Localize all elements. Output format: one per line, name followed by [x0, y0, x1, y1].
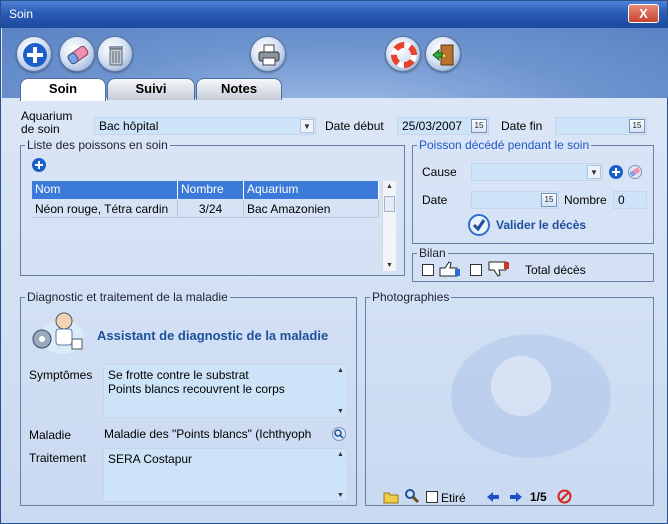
thumbs-down-icon — [488, 261, 509, 277]
traitement-field[interactable]: SERA Costapur — [103, 448, 348, 502]
tab-soin[interactable]: Soin — [20, 78, 106, 101]
maladie-value: Maladie des "Points blancs" (Ichthyoph — [104, 427, 312, 441]
toolbar: Soin Suivi Notes — [2, 28, 668, 101]
death-date-value: / / — [489, 207, 509, 208]
date-debut-label: Date début — [325, 119, 384, 133]
title-bar: Soin X — [1, 1, 667, 28]
aquarium-select[interactable]: Bac hôpital ▼ — [94, 117, 316, 135]
lifebuoy-icon — [391, 42, 417, 68]
date-fin-label: Date fin — [501, 119, 543, 133]
window-title: Soin — [9, 7, 34, 21]
cause-select[interactable]: ▼ — [471, 163, 603, 181]
arrow-right-icon[interactable] — [509, 491, 523, 503]
scroll-down-icon[interactable]: ▼ — [337, 492, 344, 499]
fish-watermark-icon — [451, 334, 611, 458]
add-button[interactable] — [16, 36, 52, 72]
thumbs-down-checkbox[interactable] — [470, 264, 482, 276]
symptomes-label: Symptômes — [29, 368, 93, 382]
tab-notes[interactable]: Notes — [196, 78, 282, 100]
trash-icon — [109, 46, 123, 66]
thumbs-up-icon — [439, 261, 460, 277]
plus-icon — [35, 161, 43, 169]
checkmark-icon — [468, 214, 490, 236]
etire-label: Etiré — [441, 491, 466, 505]
date-fin-field[interactable]: / / 15 — [555, 117, 647, 135]
scroll-down-icon[interactable]: ▼ — [337, 408, 344, 415]
chevron-down-icon[interactable]: ▼ — [300, 119, 314, 133]
cell-nom: Néon rouge, Tétra cardin — [32, 200, 178, 218]
doctor-icon — [32, 312, 84, 354]
scroll-up-icon[interactable]: ▲ — [337, 367, 344, 374]
table-row[interactable]: Néon rouge, Tétra cardin 3/24 Bac Amazon… — [32, 200, 379, 218]
validate-death-label: Valider le décès — [496, 218, 587, 232]
magnifier-icon[interactable] — [404, 488, 420, 504]
total-deces-label: Total décès — [525, 263, 586, 277]
assistant-label: Assistant de diagnostic de la maladie — [97, 328, 329, 343]
eraser-icon — [67, 45, 89, 65]
nombre-field[interactable]: 0 — [613, 191, 647, 209]
cause-label: Cause — [422, 165, 457, 179]
plus-icon — [23, 43, 47, 67]
aquarium-label: Aquarium de soin — [21, 109, 73, 136]
death-date-field[interactable]: / / 15 — [471, 191, 559, 209]
diagnostic-assistant-button[interactable]: Assistant de diagnostic de la maladie — [28, 309, 348, 359]
add-fish-button[interactable] — [32, 158, 46, 172]
validate-death-button[interactable]: Valider le décès — [468, 213, 604, 237]
aquarium-value: Bac hôpital — [99, 119, 159, 133]
soin-window: Soin X Soin Suivi Notes Aquarium de soin… — [0, 0, 668, 524]
chevron-down-icon[interactable]: ▼ — [587, 165, 601, 179]
traitement-label: Traitement — [29, 451, 86, 465]
maladie-search-button[interactable] — [332, 427, 346, 441]
no-photo-icon[interactable] — [557, 489, 572, 504]
table-header: Nom Nombre Aquarium — [32, 181, 379, 199]
dead-fish-legend: Poisson décédé pendant le soin — [419, 138, 590, 152]
maladie-label: Maladie — [29, 428, 72, 442]
column-header-nombre[interactable]: Nombre — [178, 181, 244, 199]
date-fin-value: / / — [573, 133, 593, 134]
thumbs-up-checkbox[interactable] — [422, 264, 434, 276]
calendar-icon[interactable]: 15 — [629, 119, 645, 133]
arrow-left-icon[interactable] — [486, 491, 500, 503]
tab-suivi[interactable]: Suivi — [107, 78, 195, 100]
clear-cause-button[interactable] — [628, 165, 642, 179]
photos-legend: Photographies — [372, 290, 450, 304]
search-icon — [334, 429, 344, 439]
fish-list-legend: Liste des poissons en soin — [27, 138, 168, 152]
scroll-down-icon[interactable]: ▼ — [386, 262, 393, 269]
cell-aquarium: Bac Amazonien — [244, 200, 379, 218]
date-label: Date — [422, 193, 448, 207]
symptomes-scrollbar[interactable]: ▲ ▼ — [334, 365, 348, 417]
folder-icon[interactable] — [383, 490, 399, 504]
fish-list-scrollbar[interactable]: ▲ ▼ — [382, 181, 396, 271]
traitement-scrollbar[interactable]: ▲ ▼ — [334, 449, 348, 501]
erase-button[interactable] — [59, 36, 95, 72]
column-header-aquarium[interactable]: Aquarium — [244, 181, 379, 199]
page-indicator: 1/5 — [530, 490, 547, 504]
symptomes-field[interactable]: Se frotte contre le substrat Points blan… — [103, 364, 348, 418]
exit-button[interactable] — [425, 36, 461, 72]
delete-button[interactable] — [97, 36, 133, 72]
cell-nombre: 3/24 — [178, 200, 244, 218]
printer-icon — [258, 44, 280, 66]
close-window-button[interactable]: X — [628, 4, 659, 23]
calendar-icon[interactable]: 15 — [471, 119, 487, 133]
add-cause-button[interactable] — [609, 165, 623, 179]
etire-checkbox[interactable] — [426, 491, 438, 503]
scrollbar-thumb[interactable] — [384, 196, 395, 212]
plus-icon — [612, 168, 620, 176]
eraser-icon — [630, 167, 640, 177]
bilan-legend: Bilan — [419, 246, 446, 260]
help-button[interactable] — [385, 36, 421, 72]
nombre-value: 0 — [618, 193, 625, 207]
diagnostic-legend: Diagnostic et traitement de la maladie — [27, 290, 228, 304]
scroll-up-icon[interactable]: ▲ — [337, 451, 344, 458]
date-debut-value: 25/03/2007 — [402, 119, 463, 133]
calendar-icon[interactable]: 15 — [541, 193, 557, 207]
scroll-up-icon[interactable]: ▲ — [386, 183, 393, 190]
print-button[interactable] — [250, 36, 286, 72]
exit-door-icon — [432, 44, 454, 66]
date-debut-field[interactable]: 25/03/2007 15 — [397, 117, 489, 135]
nombre-label: Nombre — [564, 193, 607, 207]
column-header-nom[interactable]: Nom — [32, 181, 178, 199]
